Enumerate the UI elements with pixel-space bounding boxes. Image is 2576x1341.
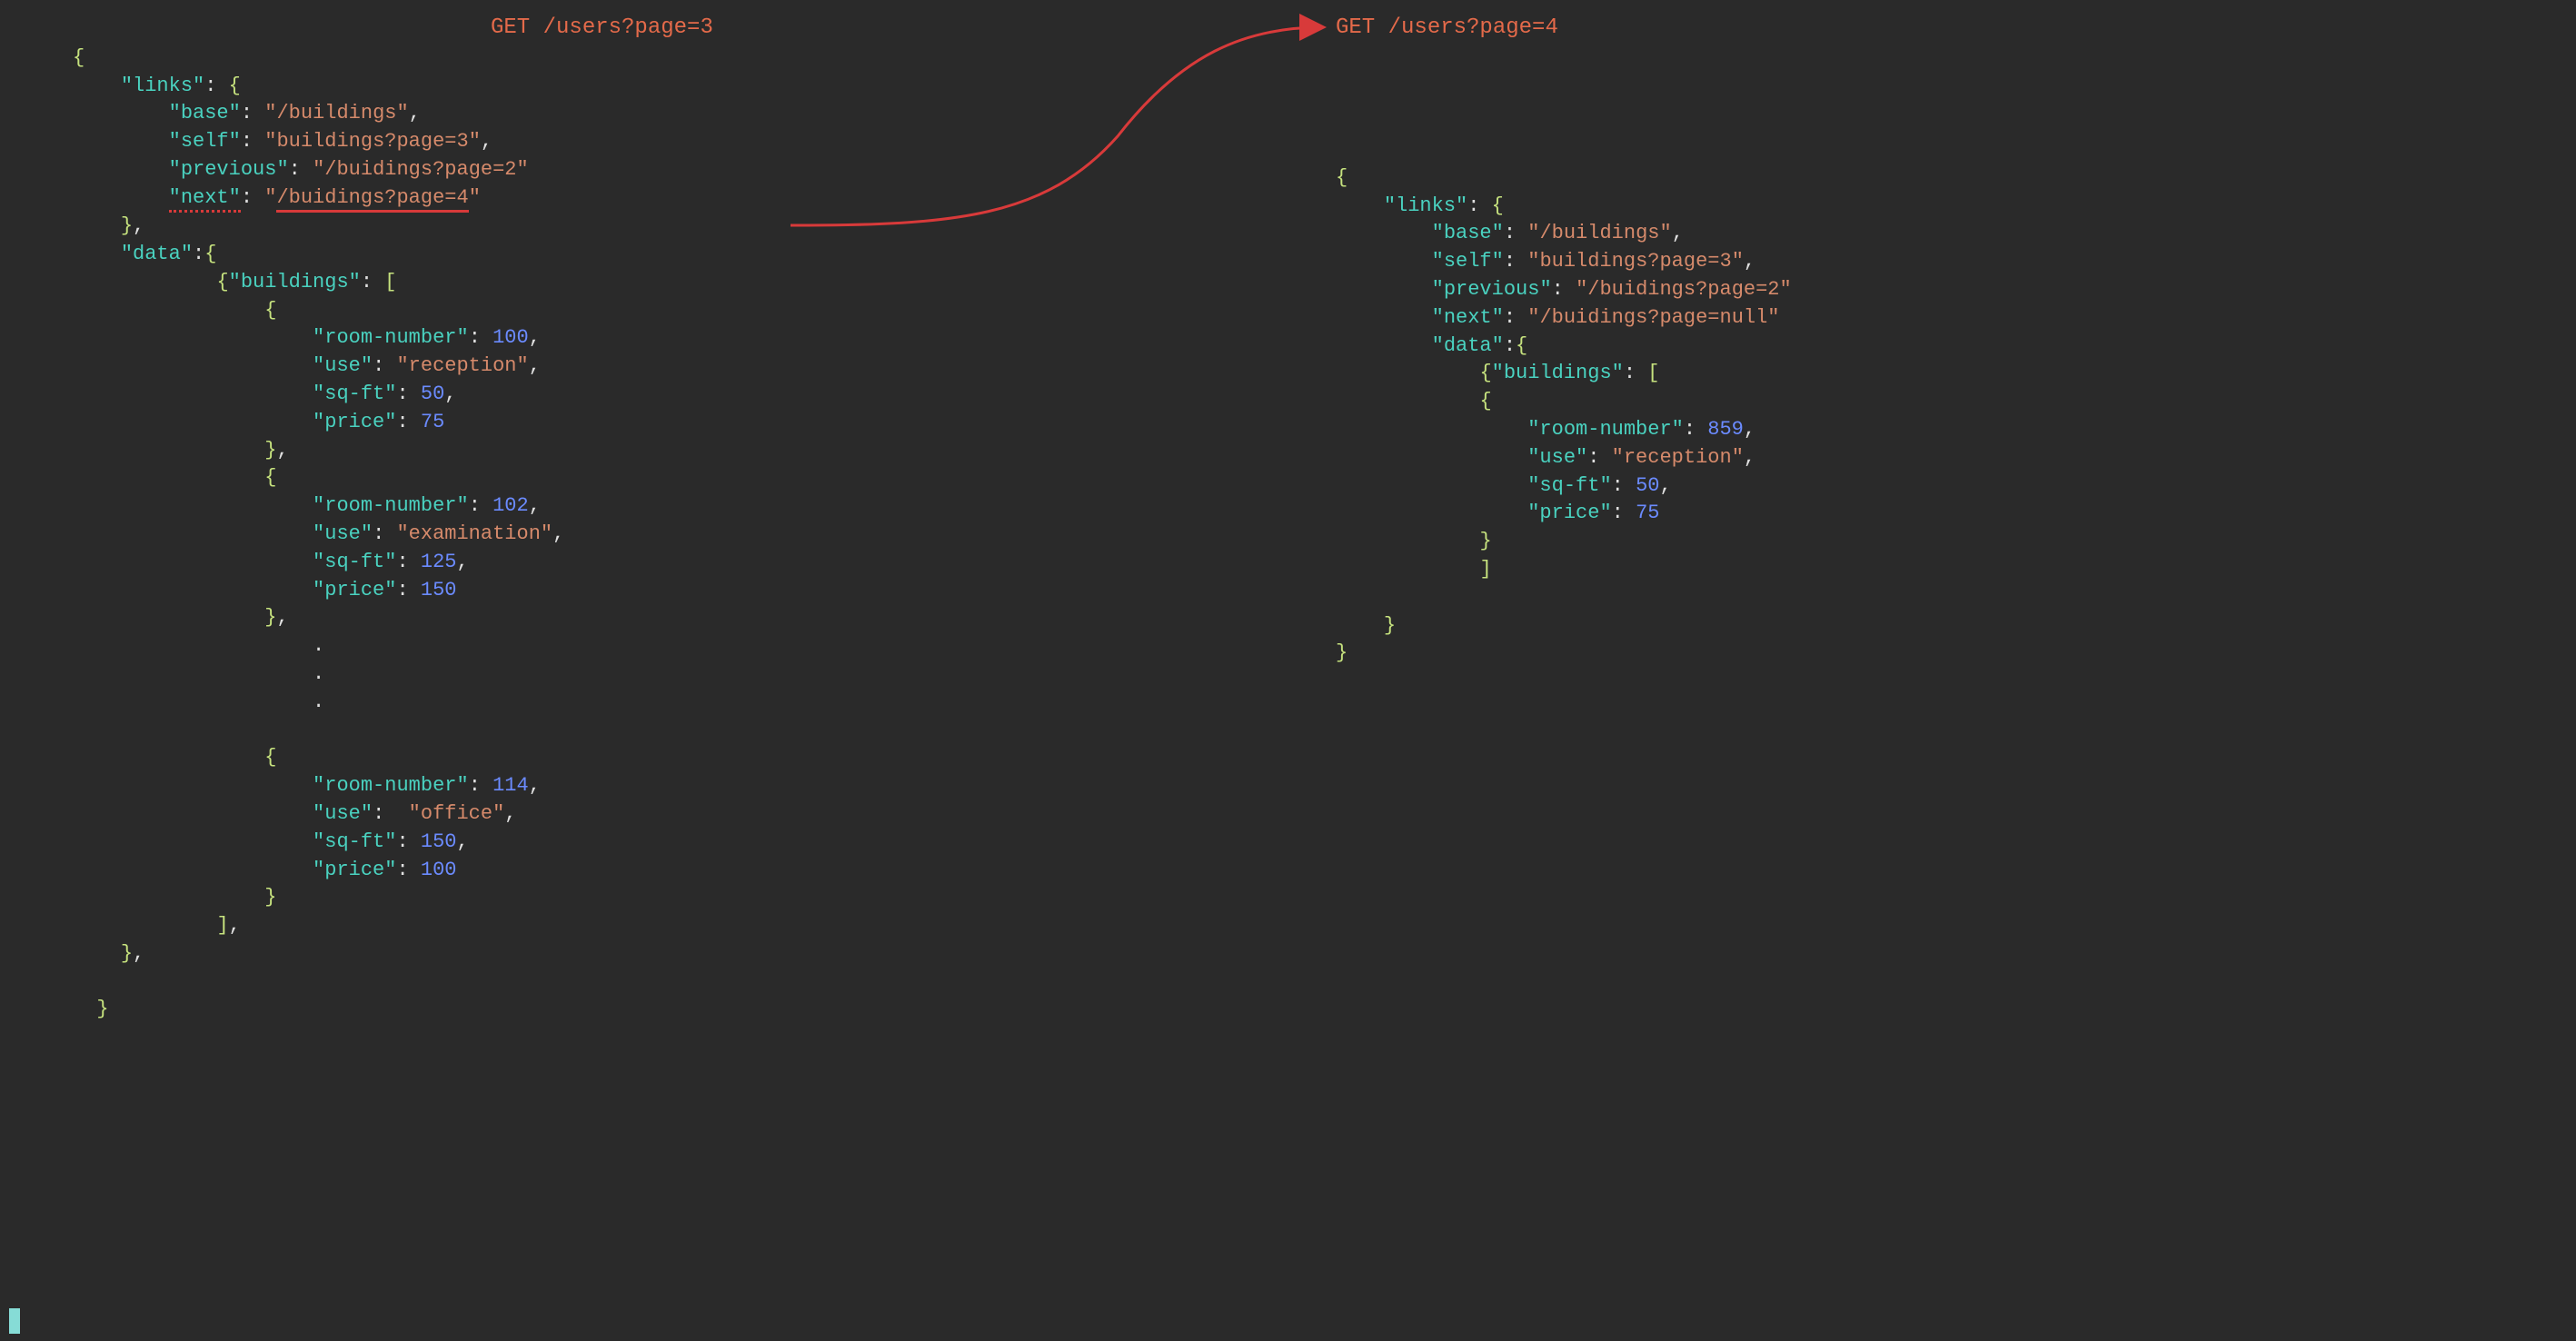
right-links-previous: /buidings?page=2	[1587, 278, 1779, 301]
left-b0-use: reception	[409, 354, 517, 377]
json-left: { "links": { "base": "/buildings", "self…	[73, 16, 564, 1024]
text-cursor	[9, 1308, 20, 1334]
right-links-base: /buildings	[1539, 222, 1659, 244]
right-b0-room: 859	[1707, 418, 1744, 441]
left-b1-price: 150	[421, 579, 457, 601]
left-b0-price: 75	[421, 411, 444, 433]
left-b2-price: 100	[421, 859, 457, 881]
left-links-previous: /buidings?page=2	[324, 158, 516, 181]
code-diagram: { "labels": { "left": "GET /users?page=3…	[0, 0, 2576, 1341]
label-get-page4: GET /users?page=4	[1336, 13, 1558, 44]
left-links-self: buildings?page=3	[276, 130, 468, 153]
left-b0-room: 100	[492, 326, 529, 349]
right-b0-sqft: 50	[1636, 474, 1659, 497]
left-b1-room: 102	[492, 494, 529, 517]
right-b0-use: reception	[1624, 446, 1732, 469]
left-b1-sqft: 125	[421, 551, 457, 573]
json-right: { "links": { "base": "/buildings", "self…	[1336, 136, 1792, 668]
right-links-next: /buidings?page=null	[1539, 306, 1767, 329]
left-b2-use: office	[421, 802, 492, 825]
right-b0-price: 75	[1636, 502, 1659, 524]
left-b2-room: 114	[492, 774, 529, 797]
left-b0-sqft: 50	[421, 382, 444, 405]
left-links-next: /buidings?page=4	[276, 186, 468, 209]
left-b2-sqft: 150	[421, 830, 457, 853]
left-links-base: /buildings	[276, 102, 396, 124]
right-links-self: buildings?page=3	[1539, 250, 1731, 273]
left-b1-use: examination	[409, 522, 541, 545]
